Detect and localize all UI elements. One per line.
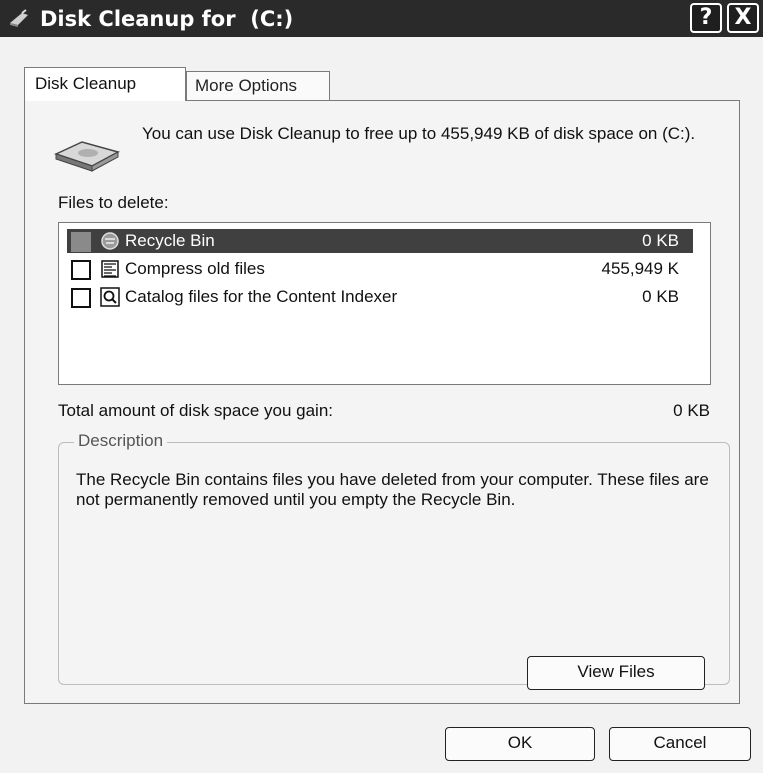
file-name: Recycle Bin — [125, 231, 215, 250]
files-to-delete-list[interactable]: Recycle Bin 0 KB Compress old files 455,… — [58, 222, 711, 385]
file-size: 455,949 K — [601, 259, 679, 278]
window-title: Disk Cleanup for (C:) — [40, 7, 294, 31]
title-bar[interactable]: Disk Cleanup for (C:) ? X — [0, 0, 763, 37]
compress-old-files-checkbox[interactable] — [71, 260, 91, 280]
recycle-bin-icon — [101, 232, 119, 250]
disk-cleanup-dialog: Disk Cleanup for (C:) ? X Disk Cleanup M… — [0, 0, 763, 773]
intro-text: You can use Disk Cleanup to free up to 4… — [142, 124, 696, 143]
tab-more-options[interactable]: More Options — [186, 71, 330, 101]
file-name: Catalog files for the Content Indexer — [125, 287, 398, 306]
indexer-icon — [100, 287, 120, 307]
help-button[interactable]: ? — [690, 3, 722, 33]
tab-disk-cleanup[interactable]: Disk Cleanup — [24, 67, 186, 101]
ok-button[interactable]: OK — [445, 727, 595, 761]
file-size: 0 KB — [642, 231, 679, 250]
description-legend: Description — [74, 431, 168, 451]
total-space-value: 0 KB — [673, 401, 710, 420]
recycle-bin-checkbox[interactable] — [71, 232, 91, 252]
cancel-button[interactable]: Cancel — [609, 727, 751, 761]
view-files-button[interactable]: View Files — [527, 656, 705, 690]
total-space-label: Total amount of disk space you gain: — [58, 401, 333, 420]
description-text: The Recycle Bin contains files you have … — [76, 470, 709, 509]
list-item-compress-old-files[interactable]: Compress old files 455,949 K — [67, 257, 693, 281]
compress-icon — [101, 260, 119, 278]
file-name: Compress old files — [125, 259, 265, 278]
list-item-catalog-files[interactable]: Catalog files for the Content Indexer 0 … — [67, 285, 693, 309]
file-size: 0 KB — [642, 287, 679, 306]
close-button[interactable]: X — [727, 3, 759, 33]
catalog-files-checkbox[interactable] — [71, 288, 91, 308]
list-item-recycle-bin[interactable]: Recycle Bin 0 KB — [67, 229, 693, 253]
files-to-delete-label: Files to delete: — [58, 193, 169, 212]
hard-drive-icon — [53, 141, 120, 172]
disk-cleanup-icon — [10, 9, 28, 27]
